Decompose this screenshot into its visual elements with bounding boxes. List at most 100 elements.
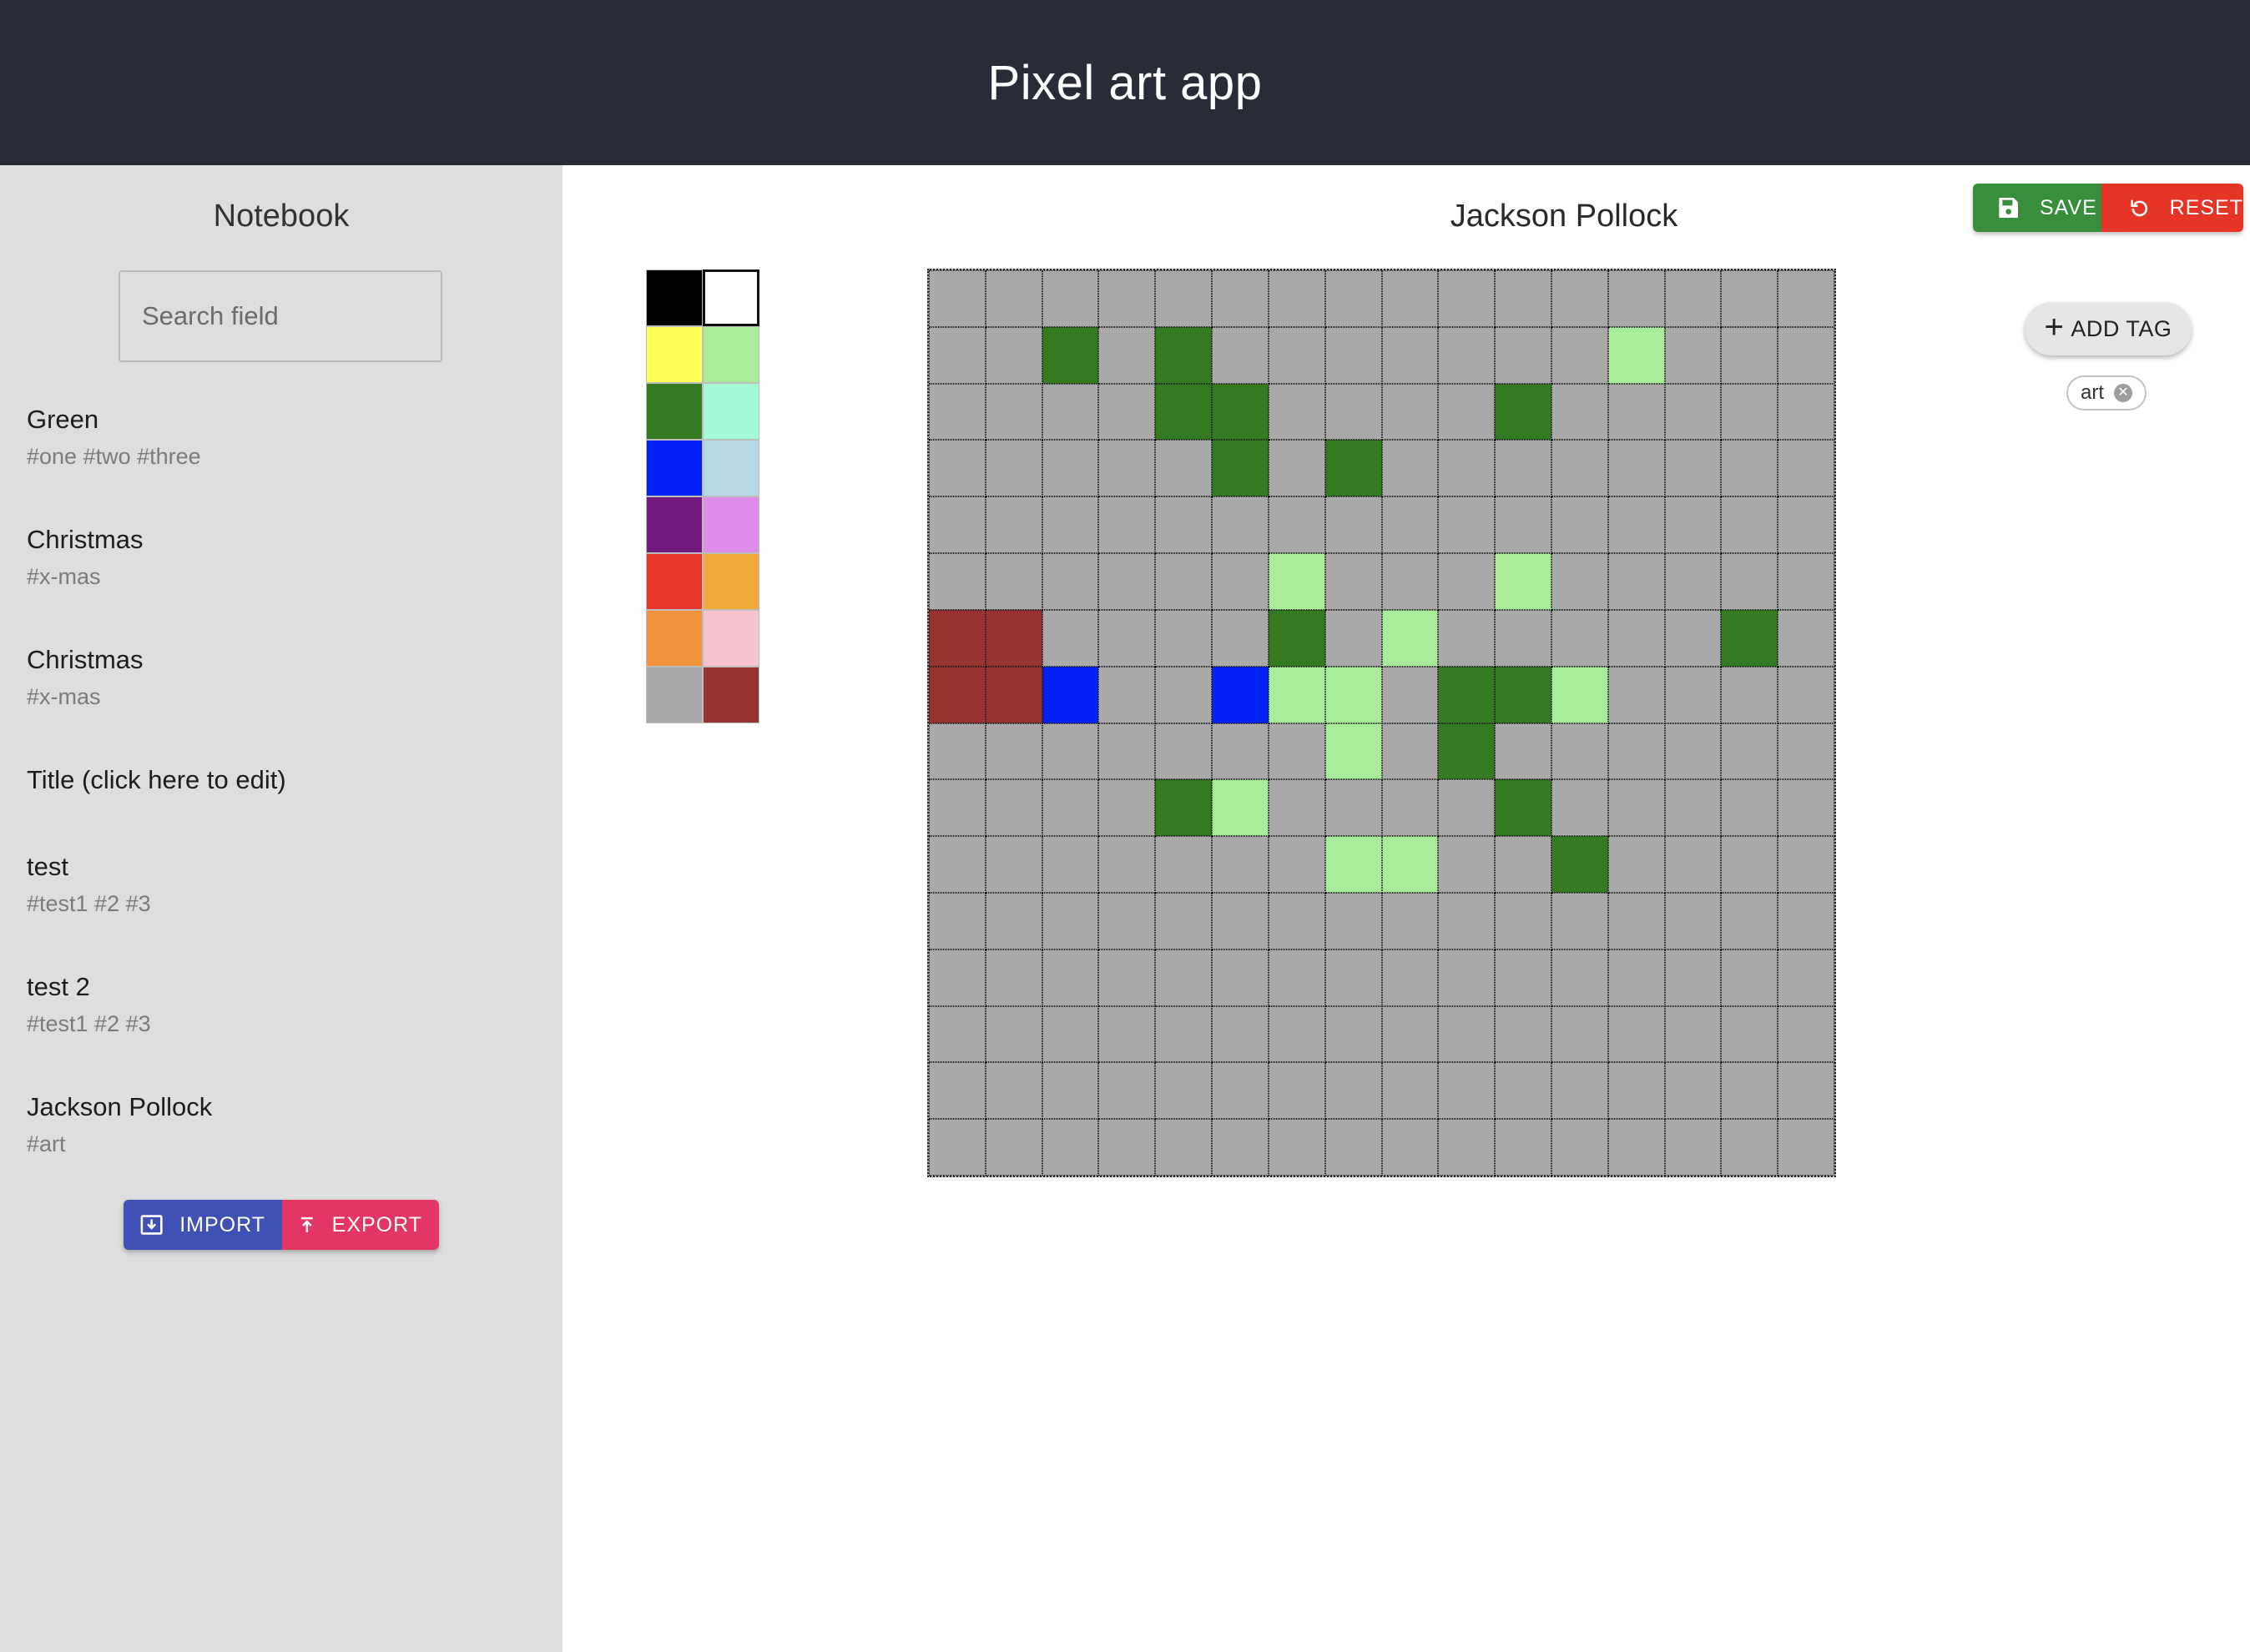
- pixel-cell[interactable]: [1607, 1062, 1665, 1120]
- pixel-cell[interactable]: [1551, 440, 1608, 497]
- pixel-cell[interactable]: [1381, 836, 1439, 893]
- pixel-cell[interactable]: [1495, 892, 1551, 949]
- note-item[interactable]: test 2 #test1 #2 #3: [27, 970, 527, 1090]
- pixel-cell[interactable]: [929, 723, 986, 780]
- pixel-cell[interactable]: [1212, 892, 1269, 949]
- pixel-cell[interactable]: [1098, 496, 1156, 554]
- pixel-cell[interactable]: [1324, 836, 1382, 893]
- note-item[interactable]: Jackson Pollock #art: [27, 1090, 527, 1211]
- pixel-cell[interactable]: [1324, 892, 1382, 949]
- pixel-cell[interactable]: [1212, 270, 1269, 327]
- pixel-cell[interactable]: [1155, 1005, 1213, 1063]
- pixel-cell[interactable]: [1778, 440, 1834, 497]
- pixel-cell[interactable]: [1438, 723, 1496, 780]
- pixel-cell[interactable]: [1607, 836, 1665, 893]
- pixel-cell[interactable]: [1778, 609, 1834, 667]
- pixel-cell[interactable]: [1664, 836, 1722, 893]
- pixel-cell[interactable]: [1381, 553, 1439, 610]
- pixel-cell[interactable]: [1098, 666, 1156, 723]
- remove-tag-icon[interactable]: ✕: [2114, 384, 2132, 402]
- pixel-cell[interactable]: [1098, 1119, 1156, 1176]
- pixel-cell[interactable]: [1098, 723, 1156, 780]
- pixel-cell[interactable]: [1324, 1005, 1382, 1063]
- pixel-cell[interactable]: [1098, 779, 1156, 837]
- pixel-cell[interactable]: [1268, 779, 1325, 837]
- pixel-cell[interactable]: [1607, 326, 1665, 384]
- pixel-cell[interactable]: [1042, 1062, 1099, 1120]
- pixel-cell[interactable]: [929, 496, 986, 554]
- pixel-cell[interactable]: [1551, 666, 1608, 723]
- pixel-cell[interactable]: [1324, 553, 1382, 610]
- pixel-cell[interactable]: [1268, 723, 1325, 780]
- pixel-cell[interactable]: [1098, 1062, 1156, 1120]
- pixel-cell[interactable]: [1551, 723, 1608, 780]
- pixel-cell[interactable]: [929, 892, 986, 949]
- color-swatch[interactable]: [646, 553, 703, 610]
- pixel-cell[interactable]: [1721, 496, 1778, 554]
- color-swatch[interactable]: [703, 269, 759, 326]
- pixel-cell[interactable]: [1155, 723, 1213, 780]
- pixel-cell[interactable]: [1155, 609, 1213, 667]
- pixel-cell[interactable]: [1212, 949, 1269, 1006]
- pixel-cell[interactable]: [1778, 836, 1834, 893]
- pixel-cell[interactable]: [985, 666, 1042, 723]
- pixel-cell[interactable]: [929, 440, 986, 497]
- pixel-cell[interactable]: [1155, 836, 1213, 893]
- color-swatch[interactable]: [703, 326, 759, 383]
- pixel-cell[interactable]: [1381, 496, 1439, 554]
- pixel-cell[interactable]: [1212, 440, 1269, 497]
- pixel-cell[interactable]: [1778, 892, 1834, 949]
- pixel-cell[interactable]: [1212, 836, 1269, 893]
- pixel-cell[interactable]: [929, 326, 986, 384]
- pixel-cell[interactable]: [1664, 609, 1722, 667]
- pixel-cell[interactable]: [1268, 440, 1325, 497]
- pixel-cell[interactable]: [1607, 892, 1665, 949]
- pixel-cell[interactable]: [1778, 326, 1834, 384]
- pixel-cell[interactable]: [1607, 779, 1665, 837]
- pixel-cell[interactable]: [1438, 836, 1496, 893]
- pixel-cell[interactable]: [1212, 553, 1269, 610]
- pixel-cell[interactable]: [1155, 440, 1213, 497]
- pixel-cell[interactable]: [1268, 609, 1325, 667]
- color-swatch[interactable]: [646, 326, 703, 383]
- color-swatch[interactable]: [646, 440, 703, 496]
- pixel-cell[interactable]: [1438, 1062, 1496, 1120]
- pixel-cell[interactable]: [1381, 1062, 1439, 1120]
- pixel-cell[interactable]: [1268, 326, 1325, 384]
- pixel-cell[interactable]: [985, 553, 1042, 610]
- pixel-cell[interactable]: [1551, 270, 1608, 327]
- pixel-cell[interactable]: [929, 270, 986, 327]
- pixel-cell[interactable]: [1607, 609, 1665, 667]
- pixel-cell[interactable]: [1381, 383, 1439, 441]
- pixel-cell[interactable]: [1268, 666, 1325, 723]
- pixel-cell[interactable]: [1324, 666, 1382, 723]
- pixel-cell[interactable]: [1495, 440, 1551, 497]
- pixel-cell[interactable]: [1721, 779, 1778, 837]
- pixel-cell[interactable]: [1778, 1119, 1834, 1176]
- pixel-cell[interactable]: [1778, 553, 1834, 610]
- pixel-cell[interactable]: [1607, 1005, 1665, 1063]
- pixel-cell[interactable]: [1212, 609, 1269, 667]
- pixel-cell[interactable]: [1212, 723, 1269, 780]
- pixel-cell[interactable]: [1212, 383, 1269, 441]
- pixel-cell[interactable]: [929, 836, 986, 893]
- pixel-cell[interactable]: [1324, 496, 1382, 554]
- add-tag-button[interactable]: + ADD TAG: [2025, 302, 2192, 355]
- pixel-cell[interactable]: [1664, 666, 1722, 723]
- pixel-cell[interactable]: [1042, 440, 1099, 497]
- pixel-cell[interactable]: [1438, 553, 1496, 610]
- pixel-cell[interactable]: [1042, 892, 1099, 949]
- pixel-cell[interactable]: [1778, 723, 1834, 780]
- pixel-cell[interactable]: [1495, 270, 1551, 327]
- note-item[interactable]: Green #one #two #three: [27, 403, 527, 523]
- pixel-cell[interactable]: [1212, 666, 1269, 723]
- pixel-cell[interactable]: [1721, 1005, 1778, 1063]
- pixel-cell[interactable]: [1324, 949, 1382, 1006]
- pixel-cell[interactable]: [1268, 496, 1325, 554]
- pixel-cell[interactable]: [1495, 326, 1551, 384]
- pixel-cell[interactable]: [1721, 1062, 1778, 1120]
- pixel-cell[interactable]: [929, 779, 986, 837]
- pixel-cell[interactable]: [1155, 1062, 1213, 1120]
- pixel-cell[interactable]: [1664, 949, 1722, 1006]
- pixel-cell[interactable]: [1098, 440, 1156, 497]
